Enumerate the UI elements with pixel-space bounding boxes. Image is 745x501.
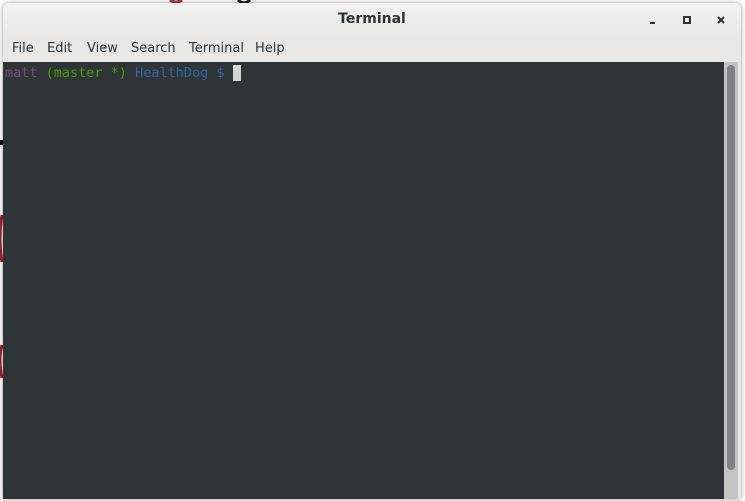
- prompt-user: matt: [5, 65, 38, 81]
- prompt-directory: HealthDog: [135, 65, 209, 81]
- prompt-symbol: $: [216, 65, 225, 81]
- prompt-branch: (master *): [45, 65, 127, 81]
- menu-view[interactable]: View: [87, 41, 118, 56]
- menu-terminal[interactable]: Terminal: [189, 41, 244, 56]
- scrollbar-thumb[interactable]: [727, 65, 735, 470]
- window-title: Terminal: [338, 11, 406, 27]
- menu-help[interactable]: Help: [255, 41, 285, 56]
- menu-file[interactable]: File: [12, 41, 34, 56]
- prompt-line: matt (master *) HealthDog $: [5, 65, 241, 81]
- maximize-button[interactable]: [680, 13, 694, 27]
- terminal-area[interactable]: matt (master *) HealthDog $: [3, 62, 724, 499]
- text-cursor: [232, 65, 241, 81]
- menu-search[interactable]: Search: [131, 41, 176, 56]
- minimize-button[interactable]: [646, 13, 660, 27]
- close-button[interactable]: [714, 13, 728, 27]
- maximize-icon: [683, 16, 691, 24]
- terminal-window: Terminal File Edit View Search Terminal …: [3, 3, 741, 499]
- menu-bar: File Edit View Search Terminal Help: [3, 38, 741, 62]
- menu-edit[interactable]: Edit: [47, 41, 72, 56]
- title-bar[interactable]: Terminal: [3, 3, 741, 36]
- close-icon: [717, 16, 725, 24]
- minimize-icon: [650, 22, 655, 24]
